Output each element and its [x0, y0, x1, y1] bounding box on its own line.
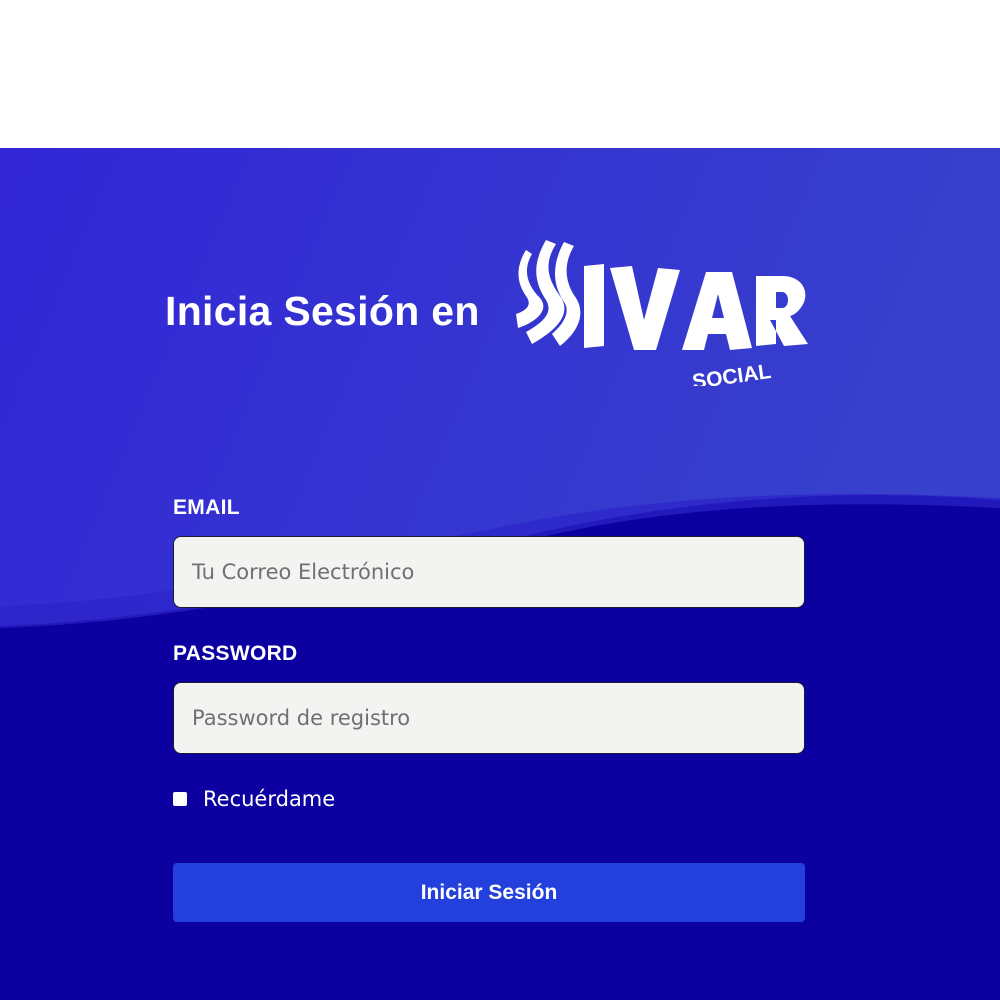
svg-text:SOCIAL: SOCIAL [691, 360, 773, 386]
password-label: PASSWORD [173, 642, 298, 665]
password-field[interactable] [174, 683, 804, 753]
login-form: EMAIL PASSWORD Recuérdame Iniciar Sesión [173, 493, 805, 922]
email-field[interactable] [174, 537, 804, 607]
password-field-wrapper [173, 682, 805, 754]
remember-me-label[interactable]: Recuérdame [203, 787, 335, 811]
email-label: EMAIL [173, 496, 240, 519]
remember-me-checkbox[interactable] [173, 792, 187, 806]
top-blank-area [0, 0, 1000, 148]
remember-me-row: Recuérdame [173, 785, 805, 813]
sivar-social-logo-icon: SOCIAL [516, 240, 808, 386]
login-hero: Inicia Sesión en SOCIAL EMAIL PASSWORD R… [0, 148, 1000, 1000]
login-button[interactable]: Iniciar Sesión [173, 863, 805, 922]
page-title: Inicia Sesión en [165, 288, 480, 334]
email-field-wrapper [173, 536, 805, 608]
